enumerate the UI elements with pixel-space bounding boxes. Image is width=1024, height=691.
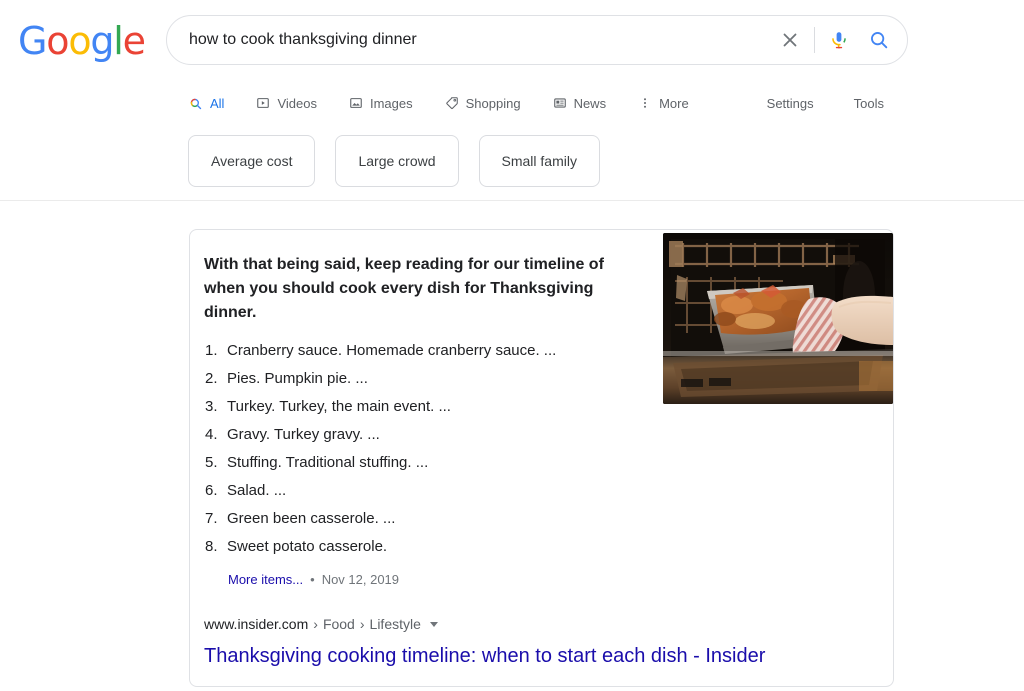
filter-chips: Average cost Large crowd Small family bbox=[188, 135, 620, 187]
video-icon bbox=[256, 96, 270, 110]
tab-images[interactable]: Images bbox=[349, 88, 413, 118]
close-icon bbox=[783, 33, 797, 47]
list-item: 6. Salad. ... bbox=[205, 480, 645, 508]
breadcrumb-food: Food bbox=[322, 616, 355, 632]
search-input[interactable] bbox=[167, 17, 770, 63]
list-item: 1. Cranberry sauce. Homemade cranberry s… bbox=[205, 340, 645, 368]
list-item-number: 2. bbox=[205, 370, 218, 387]
search-icon bbox=[188, 96, 203, 111]
list-item-number: 5. bbox=[205, 454, 218, 471]
tab-videos-label: Videos bbox=[277, 95, 317, 111]
settings-button[interactable]: Settings bbox=[767, 97, 814, 110]
list-item-text: Cranberry sauce. Homemade cranberry sauc… bbox=[227, 342, 557, 359]
list-item: 5. Stuffing. Traditional stuffing. ... bbox=[205, 452, 645, 480]
search-icon bbox=[871, 32, 888, 49]
microphone-icon bbox=[832, 32, 846, 49]
tab-all-label: All bbox=[210, 95, 225, 111]
list-item-number: 6. bbox=[205, 482, 218, 499]
list-item: 4. Gravy. Turkey gravy. ... bbox=[205, 424, 645, 452]
tab-all[interactable]: All bbox=[188, 88, 224, 118]
chip-average-cost[interactable]: Average cost bbox=[188, 135, 316, 187]
featured-snippet-title: With that being said, keep reading for o… bbox=[204, 256, 604, 321]
more-vertical-icon bbox=[638, 96, 652, 110]
featured-snippet-thumbnail[interactable] bbox=[663, 233, 893, 404]
tab-news[interactable]: News bbox=[553, 88, 607, 118]
list-item-number: 1. bbox=[205, 342, 218, 359]
logo-letter-g2: g bbox=[90, 19, 114, 63]
chevron-down-icon[interactable] bbox=[429, 621, 438, 627]
search-submit-button[interactable] bbox=[859, 17, 899, 63]
tab-more-label: More bbox=[659, 95, 689, 111]
oven-turkey-photo bbox=[663, 233, 893, 404]
list-item: 2. Pies. Pumpkin pie. ... bbox=[205, 368, 645, 396]
search-header: Google how to cook thanksgiving dinner A… bbox=[0, 0, 1024, 200]
list-item-number: 7. bbox=[205, 510, 218, 527]
list-item-text: Turkey. Turkey, the main event. ... bbox=[227, 398, 451, 415]
more-items-row: More items... • Nov 12, 2019 bbox=[228, 572, 399, 587]
header-right-actions: Settings Tools bbox=[727, 88, 884, 118]
breadcrumb-lifestyle: Lifestyle bbox=[369, 616, 421, 632]
more-items-link[interactable]: More items... bbox=[228, 572, 303, 587]
tab-news-label: News bbox=[573, 95, 607, 111]
header-separator bbox=[0, 200, 1024, 201]
result-title-link[interactable]: Thanksgiving cooking timeline: when to s… bbox=[204, 643, 765, 669]
chip-small-family[interactable]: Small family bbox=[478, 135, 600, 187]
logo-letter-l: l bbox=[113, 19, 124, 63]
tab-more[interactable]: More bbox=[638, 88, 689, 118]
list-item-number: 3. bbox=[205, 398, 218, 415]
snippet-date: Nov 12, 2019 bbox=[321, 572, 400, 587]
tools-button[interactable]: Tools bbox=[854, 97, 884, 110]
logo-letter-o2: o bbox=[68, 19, 91, 63]
list-item-number: 4. bbox=[205, 426, 218, 443]
tab-images-label: Images bbox=[369, 95, 413, 111]
news-icon bbox=[553, 96, 567, 110]
logo-letter-e: e bbox=[122, 19, 146, 63]
chip-large-crowd[interactable]: Large crowd bbox=[335, 135, 459, 187]
featured-snippet-list: 1. Cranberry sauce. Homemade cranberry s… bbox=[205, 340, 645, 564]
search-divider bbox=[814, 27, 815, 53]
list-item: 8. Sweet potato casserole. bbox=[205, 536, 645, 564]
list-item: 3. Turkey. Turkey, the main event. ... bbox=[205, 396, 645, 424]
list-item-number: 8. bbox=[205, 538, 218, 555]
bullet-separator: • bbox=[310, 572, 315, 587]
logo-letter-g1: G bbox=[18, 19, 47, 63]
list-item-text: Salad. ... bbox=[227, 482, 287, 499]
list-item: 7. Green been casserole. ... bbox=[205, 508, 645, 536]
search-bar[interactable] bbox=[166, 15, 908, 65]
list-item-text: Stuffing. Traditional stuffing. ... bbox=[227, 454, 429, 471]
image-icon bbox=[349, 96, 363, 110]
search-tabs: All Videos Images Shopping News More bbox=[188, 88, 721, 118]
list-item-text: Green been casserole. ... bbox=[227, 510, 396, 527]
tab-videos[interactable]: Videos bbox=[256, 88, 317, 118]
list-item-text: Pies. Pumpkin pie. ... bbox=[227, 370, 368, 387]
list-item-text: Gravy. Turkey gravy. ... bbox=[227, 426, 380, 443]
result-domain: www.insider.com bbox=[204, 616, 309, 632]
result-url-breadcrumb: www.insider.com › Food › Lifestyle bbox=[204, 616, 438, 632]
clear-search-button[interactable] bbox=[770, 17, 810, 63]
list-item-text: Sweet potato casserole. bbox=[227, 538, 388, 555]
breadcrumb-separator: › bbox=[313, 616, 318, 632]
tag-icon bbox=[445, 96, 459, 110]
voice-search-button[interactable] bbox=[819, 17, 859, 63]
google-search-results-page: Google how to cook thanksgiving dinner A… bbox=[0, 0, 1024, 691]
tab-shopping-label: Shopping bbox=[465, 95, 521, 111]
google-logo[interactable]: Google bbox=[18, 19, 146, 63]
breadcrumb-separator: › bbox=[359, 616, 365, 632]
logo-letter-o1: o bbox=[46, 19, 69, 63]
tab-shopping[interactable]: Shopping bbox=[445, 88, 521, 118]
